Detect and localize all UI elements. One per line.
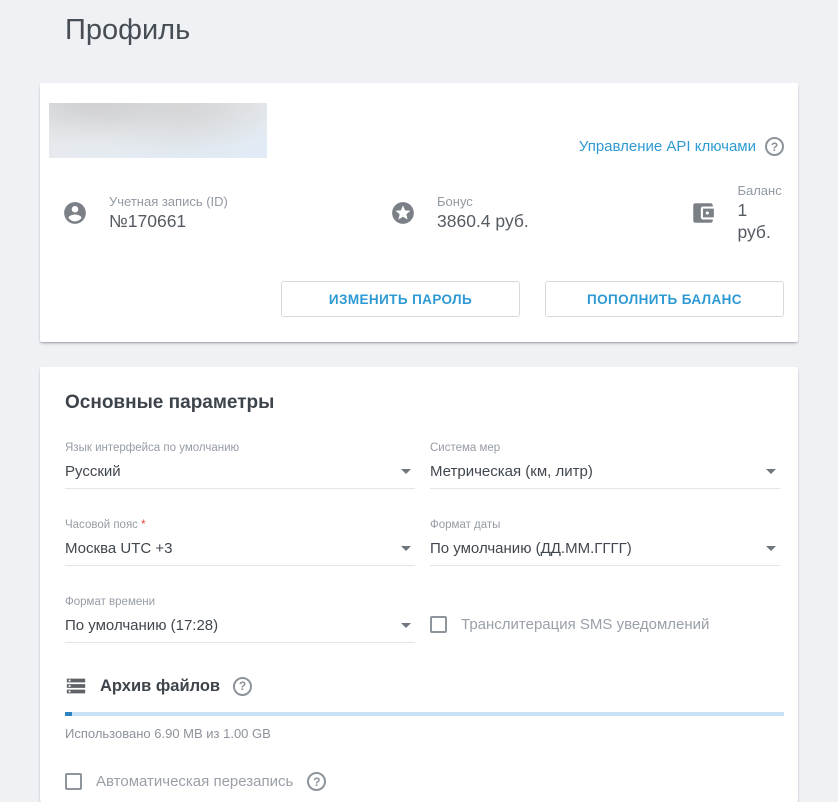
- bonus-label: Бонус: [437, 193, 529, 210]
- field-date-format-select[interactable]: По умолчанию (ДД.ММ.ГГГГ): [430, 532, 780, 566]
- auto-rewrite-row: Автоматическая перезапись ?: [65, 772, 784, 791]
- file-archive-help-icon[interactable]: ?: [233, 677, 252, 696]
- manage-api-keys-link[interactable]: Управление API ключами: [579, 138, 756, 155]
- auto-rewrite-checkbox[interactable]: [65, 773, 82, 790]
- field-date-format: Формат даты По умолчанию (ДД.ММ.ГГГГ): [430, 518, 780, 566]
- storage-usage-text: Использовано 6.90 MB из 1.00 GB: [65, 726, 784, 741]
- field-time-format-select[interactable]: По умолчанию (17:28): [65, 609, 415, 643]
- balance-label: Баланс: [737, 182, 784, 199]
- chevron-down-icon: [401, 546, 411, 551]
- page-title: Профиль: [65, 0, 838, 50]
- change-password-button[interactable]: ИЗМЕНИТЬ ПАРОЛЬ: [281, 281, 520, 317]
- sms-transliteration-row: Транслитерация SMS уведомлений: [430, 616, 780, 643]
- auto-rewrite-label: Автоматическая перезапись: [96, 773, 293, 790]
- balance-value: 1 руб.: [737, 199, 784, 243]
- chevron-down-icon: [401, 469, 411, 474]
- field-units-select[interactable]: Метрическая (км, литр): [430, 455, 780, 489]
- account-icon: [62, 200, 88, 226]
- blur-overlay: [49, 103, 267, 158]
- settings-title: Основные параметры: [65, 392, 784, 414]
- storage-progress-bar: [65, 712, 784, 716]
- field-language-value: Русский: [65, 463, 121, 480]
- sms-transliteration-label: Транслитерация SMS уведомлений: [461, 616, 709, 633]
- field-time-format-value: По умолчанию (17:28): [65, 617, 218, 634]
- bonus-value: 3860.4 руб.: [437, 210, 529, 232]
- star-icon: [390, 200, 416, 226]
- balance-stat: Баланс 1 руб.: [690, 182, 784, 243]
- field-language: Язык интерфейса по умолчанию Русский: [65, 441, 415, 489]
- sms-transliteration-checkbox[interactable]: [430, 616, 447, 633]
- bonus-stat: Бонус 3860.4 руб.: [390, 182, 690, 243]
- account-id-stat: Учетная запись (ID) №170661: [62, 182, 390, 243]
- account-id-label: Учетная запись (ID): [109, 193, 228, 210]
- chevron-down-icon: [766, 546, 776, 551]
- field-date-format-label: Формат даты: [430, 518, 780, 532]
- field-time-format: Формат времени По умолчанию (17:28): [65, 595, 415, 643]
- account-stats-row: Учетная запись (ID) №170661 Бонус 3860.4…: [49, 182, 784, 243]
- field-date-format-value: По умолчанию (ДД.ММ.ГГГГ): [430, 540, 632, 557]
- chevron-down-icon: [766, 469, 776, 474]
- account-id-value: №170661: [109, 210, 228, 232]
- field-time-format-label: Формат времени: [65, 595, 415, 609]
- file-archive-title: Архив файлов: [100, 677, 220, 696]
- field-units-value: Метрическая (км, литр): [430, 463, 593, 480]
- auto-rewrite-help-icon[interactable]: ?: [307, 772, 326, 791]
- wallet-icon: [690, 200, 716, 226]
- field-timezone-select[interactable]: Москва UTC +3: [65, 532, 415, 566]
- field-timezone: Часовой пояс * Москва UTC +3: [65, 518, 415, 566]
- field-timezone-value: Москва UTC +3: [65, 540, 172, 557]
- storage-progress-fill: [65, 712, 72, 716]
- field-units: Система мер Метрическая (км, литр): [430, 441, 780, 489]
- chevron-down-icon: [401, 623, 411, 628]
- required-asterisk: *: [141, 519, 145, 531]
- field-language-select[interactable]: Русский: [65, 455, 415, 489]
- blurred-account-name: [49, 103, 267, 158]
- settings-card: Основные параметры Язык интерфейса по ум…: [40, 367, 798, 802]
- api-keys-help-icon[interactable]: ?: [765, 137, 784, 156]
- top-up-balance-button[interactable]: ПОПОЛНИТЬ БАЛАНС: [545, 281, 784, 317]
- field-timezone-label: Часовой пояс *: [65, 518, 415, 532]
- storage-icon: [65, 675, 87, 697]
- file-archive-section: Архив файлов ? Использовано 6.90 MB из 1…: [65, 675, 784, 791]
- profile-card: Управление API ключами ? Учетная запись …: [40, 83, 798, 342]
- field-language-label: Язык интерфейса по умолчанию: [65, 441, 415, 455]
- field-units-label: Система мер: [430, 441, 780, 455]
